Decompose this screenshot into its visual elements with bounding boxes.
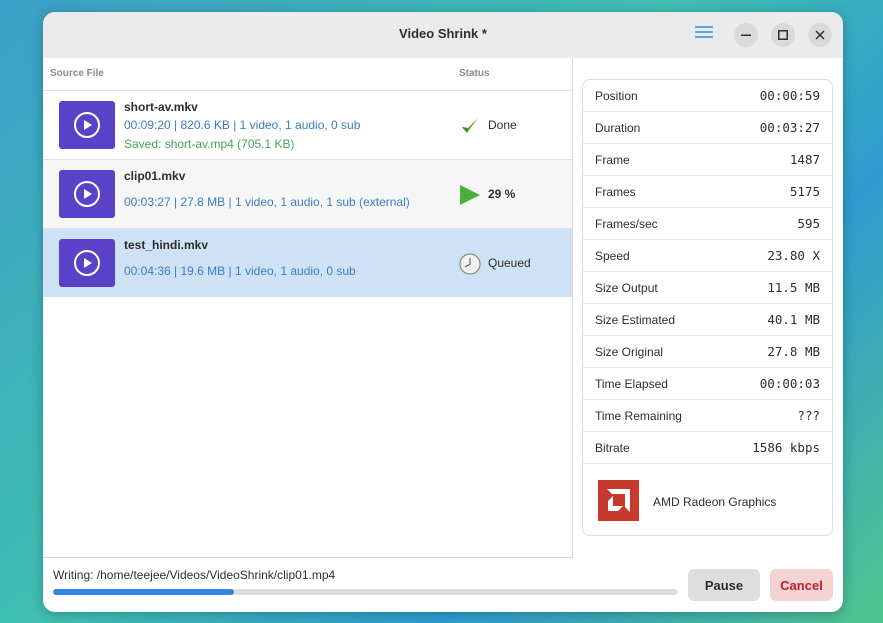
file-name: clip01.mkv [124,169,186,183]
file-name: short-av.mkv [124,100,198,114]
maximize-icon [778,30,788,40]
writing-status: Writing: /home/teejee/Videos/VideoShrink… [53,568,336,582]
stat-label: Frame [595,153,630,167]
play-icon [84,120,92,130]
stat-value: 40.1 MB [767,312,820,327]
video-thumbnail [59,239,115,287]
stat-label: Bitrate [595,441,630,455]
stat-label: Size Output [595,281,658,295]
status-text: 29 % [488,187,516,201]
stat-label: Size Original [595,345,664,359]
close-icon [815,30,825,40]
file-meta: 00:03:27 | 27.8 MB | 1 video, 1 audio, 1… [124,195,410,209]
maximize-button[interactable] [771,23,795,47]
stat-label: Frames [595,185,636,199]
column-header-status[interactable]: Status [459,68,490,79]
gpu-name: AMD Radeon Graphics [653,495,777,509]
list-item[interactable]: test_hindi.mkv 00:04:36 | 19.6 MB | 1 vi… [43,228,572,297]
stat-value: 27.8 MB [767,344,820,359]
video-thumbnail [59,101,115,149]
stat-label: Size Estimated [595,313,676,327]
stats-panel: Position 00:00:59 Duration 00:03:27 Frame 1… [582,79,833,536]
stat-value: 00:00:59 [759,88,820,103]
pause-button[interactable]: Pause [688,569,760,601]
progress-bar-fill [53,589,235,595]
minimize-button[interactable] [734,23,758,47]
stat-label: Position [595,89,638,103]
file-name: test_hindi.mkv [124,238,209,252]
stat-row: Frames 5175 [583,176,832,208]
stat-label: Frames/sec [595,217,658,231]
play-triangle-icon [460,185,480,205]
stat-value: 00:00:03 [759,376,820,391]
list-item[interactable]: short-av.mkv 00:09:20 | 820.6 KB | 1 vid… [43,90,572,159]
gpu-info: AMD Radeon Graphics [583,464,832,535]
stat-row: Frames/sec 595 [583,208,832,240]
stat-row: Size Estimated 40.1 MB [583,304,832,336]
checkmark-icon [462,118,478,133]
clock-icon [459,253,481,275]
stat-row: Bitrate 1586 kbps [583,432,832,464]
stat-label: Time Remaining [595,409,682,423]
stat-row: Time Remaining??? [583,400,832,432]
progress-bar [53,589,678,595]
stat-row: Size Original 27.8 MB [583,336,832,368]
stat-label: Speed [595,249,630,263]
stat-row: Time Elapsed 00:00:03 [583,368,832,400]
column-header-source[interactable]: Source File [50,68,104,79]
video-thumbnail [59,170,115,218]
stat-value: 595 [797,216,820,231]
play-icon [84,258,92,268]
stat-value: 1487 [789,152,820,167]
stat-row: Size Output 11.5 MB [583,272,832,304]
list-item[interactable]: clip01.mkv 00:03:27 | 27.8 MB | 1 video,… [43,159,572,228]
stat-row: Duration 00:03:27 [583,112,832,144]
title-bar: Video Shrink * [43,12,843,58]
stat-value: 5175 [789,184,820,199]
stat-value: 00:03:27 [759,120,820,135]
stat-value: ??? [797,408,820,423]
status-text: Done [488,118,517,132]
file-list: short-av.mkv 00:09:20 | 820.6 KB | 1 vid… [43,90,572,297]
file-meta: 00:09:20 | 820.6 KB | 1 video, 1 audio, … [124,118,361,132]
app-window: Video Shrink * Source File Status short-… [43,12,843,612]
menu-icon[interactable] [695,26,713,42]
file-list-panel: Source File Status short-av.mkv 00:09:20… [43,58,573,558]
stat-label: Time Elapsed [595,377,668,391]
stat-value: 23.80 X [767,248,820,263]
stat-value: 11.5 MB [767,280,820,295]
file-meta: 00:04:36 | 19.6 MB | 1 video, 1 audio, 0… [124,264,356,278]
amd-logo-icon [598,480,639,521]
close-button[interactable] [808,23,832,47]
cancel-button[interactable]: Cancel [770,569,833,601]
stat-value: 1586 kbps [752,440,820,455]
status-text: Queued [488,256,531,270]
window-title: Video Shrink * [399,26,487,41]
stat-row: Speed 23.80 X [583,240,832,272]
saved-info: Saved: short-av.mp4 (705.1 KB) [124,137,295,151]
minimize-icon [741,34,751,36]
stat-label: Duration [595,121,641,135]
stat-row: Frame 1487 [583,144,832,176]
stat-row: Position 00:00:59 [583,80,832,112]
play-icon [84,189,92,199]
